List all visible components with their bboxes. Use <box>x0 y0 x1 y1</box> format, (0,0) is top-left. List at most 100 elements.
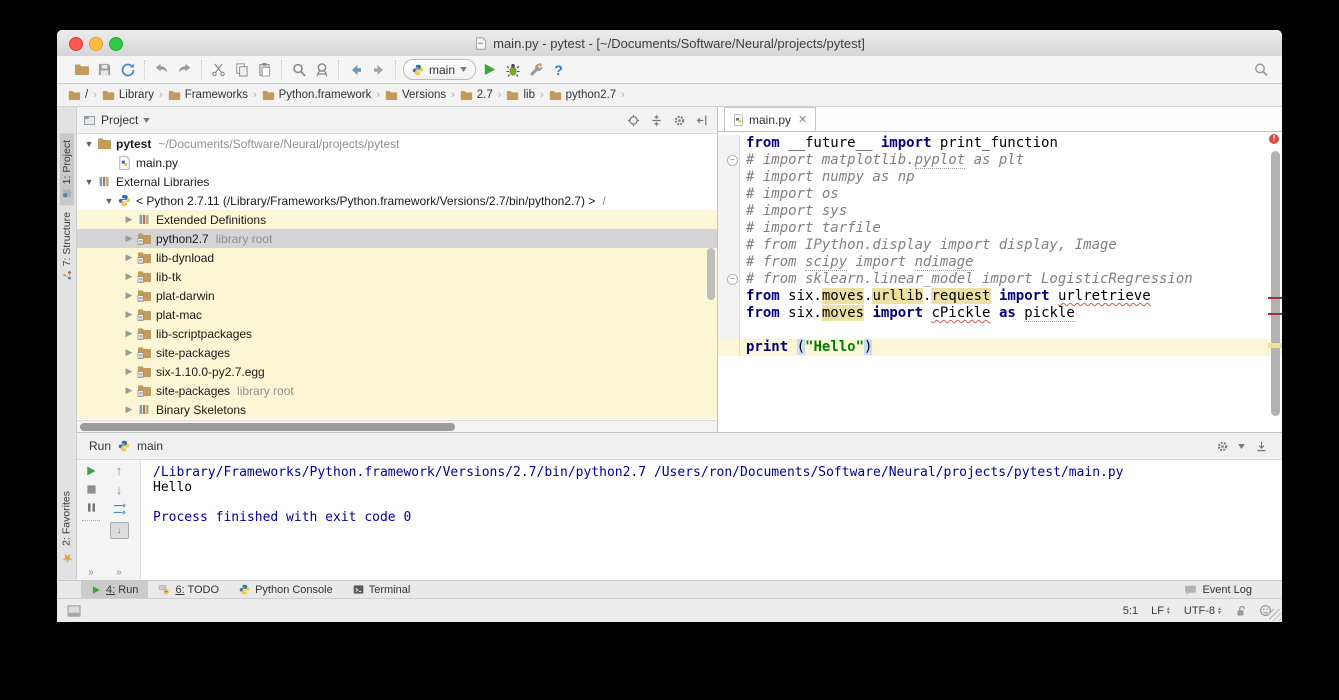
tool-button-project[interactable]: 1: Project <box>60 133 74 205</box>
project-vertical-scrollbar[interactable] <box>707 248 715 300</box>
minimize-window-button[interactable] <box>89 37 103 51</box>
code-line[interactable] <box>718 322 1282 339</box>
chevron-collapsed-icon[interactable]: ▶ <box>122 214 136 225</box>
paste-icon[interactable] <box>255 60 274 79</box>
tree-item-pytest-root[interactable]: ▼ pytest ~/Documents/Software/Neural/pro… <box>77 134 717 153</box>
code-line[interactable]: from six.moves import cPickle as pickle <box>718 305 1282 322</box>
close-tab-icon[interactable]: ✕ <box>798 113 807 126</box>
code-line[interactable]: # import numpy as np <box>718 169 1282 186</box>
more-actions-chevron[interactable]: » <box>88 567 94 578</box>
tree-item-six-egg[interactable]: ▶ six-1.10.0-py2.7.egg <box>77 362 717 381</box>
project-horizontal-scrollbar[interactable] <box>77 420 717 432</box>
copy-icon[interactable] <box>232 60 251 79</box>
breadcrumb-lib[interactable]: lib <box>503 88 538 102</box>
tool-button-todo[interactable]: 6: TODO <box>148 581 229 598</box>
zoom-window-button[interactable] <box>109 37 123 51</box>
chevron-expanded-icon[interactable]: ▼ <box>82 139 96 149</box>
down-stack-icon[interactable]: ↓ <box>116 484 123 496</box>
tool-button-run[interactable]: 4: Run <box>81 581 148 598</box>
event-log-button[interactable]: Event Log <box>1184 581 1282 598</box>
close-window-button[interactable] <box>69 37 83 51</box>
tree-item-main-py[interactable]: main.py <box>77 153 717 172</box>
line-separator-widget[interactable]: LF▲▼ <box>1151 605 1171 617</box>
error-stripe-mark[interactable] <box>1268 313 1282 315</box>
code-line[interactable]: from six.moves.urllib.request import url… <box>718 288 1282 305</box>
fold-marker-icon[interactable]: − <box>727 155 738 166</box>
undo-icon[interactable] <box>152 60 171 79</box>
open-folder-icon[interactable] <box>72 60 91 79</box>
save-all-icon[interactable] <box>95 60 114 79</box>
breadcrumb-library[interactable]: Library <box>99 88 157 102</box>
breadcrumb-python-framework[interactable]: Python.framework <box>259 88 375 102</box>
breadcrumb-versions[interactable]: Versions <box>382 88 449 102</box>
breadcrumb-root[interactable]: / <box>65 88 91 102</box>
code-line[interactable]: # import sys <box>718 203 1282 220</box>
caret-stripe-mark[interactable] <box>1268 343 1282 348</box>
tree-item-extended-definitions[interactable]: ▶ Extended Definitions <box>77 210 717 229</box>
tool-button-python-console[interactable]: Python Console <box>229 581 343 598</box>
encoding-widget[interactable]: UTF-8▲▼ <box>1184 605 1222 617</box>
chevron-expanded-icon[interactable]: ▼ <box>82 177 96 187</box>
debug-button[interactable] <box>503 60 522 79</box>
chevron-expanded-icon[interactable]: ▼ <box>102 196 116 206</box>
project-view-selector[interactable]: Project <box>101 113 138 127</box>
locate-file-icon[interactable] <box>624 111 642 129</box>
code-line[interactable]: −# import matplotlib.pyplot as plt <box>718 152 1282 169</box>
soft-wrap-icon[interactable] <box>112 503 126 515</box>
fold-marker-icon[interactable]: − <box>727 274 738 285</box>
run-console-output[interactable]: /Library/Frameworks/Python.framework/Ver… <box>141 460 1282 581</box>
tab-main-py[interactable]: main.py ✕ <box>724 107 816 131</box>
chevron-collapsed-icon[interactable]: ▶ <box>122 385 136 396</box>
code-line-caret[interactable]: print ("Hello") <box>718 339 1282 356</box>
chevron-collapsed-icon[interactable]: ▶ <box>122 328 136 339</box>
breadcrumb-2-7[interactable]: 2.7 <box>457 88 496 102</box>
panel-settings-gear-icon[interactable] <box>670 111 688 129</box>
code-line[interactable]: from __future__ import print_function <box>718 135 1282 152</box>
settings-wrench-icon[interactable] <box>526 60 545 79</box>
scroll-to-end-button[interactable]: ↓ <box>110 522 129 539</box>
code-line[interactable]: # import tarfile <box>718 220 1282 237</box>
find-icon[interactable] <box>289 60 308 79</box>
chevron-collapsed-icon[interactable]: ▶ <box>122 271 136 282</box>
chevron-collapsed-icon[interactable]: ▶ <box>122 290 136 301</box>
back-icon[interactable] <box>346 60 365 79</box>
rerun-button[interactable] <box>85 465 97 477</box>
breadcrumb-python2-7[interactable]: python2.7 <box>546 88 620 102</box>
tree-item-lib-scriptpackages[interactable]: ▶ lib-scriptpackages <box>77 324 717 343</box>
tool-button-terminal[interactable]: Terminal <box>343 581 421 598</box>
tree-item-plat-mac[interactable]: ▶ plat-mac <box>77 305 717 324</box>
tree-item-external-libraries[interactable]: ▼ External Libraries <box>77 172 717 191</box>
scrollbar-thumb[interactable] <box>1271 151 1280 416</box>
code-line[interactable]: # from scipy import ndimage <box>718 254 1282 271</box>
more-actions-chevron[interactable]: » <box>116 567 122 578</box>
run-settings-gear-icon[interactable] <box>1213 437 1231 455</box>
chevron-collapsed-icon[interactable]: ▶ <box>122 233 136 244</box>
collapse-all-icon[interactable] <box>647 111 665 129</box>
readonly-lock-icon[interactable] <box>1235 605 1246 617</box>
replace-icon[interactable] <box>312 60 331 79</box>
redo-icon[interactable] <box>175 60 194 79</box>
cut-icon[interactable] <box>209 60 228 79</box>
forward-icon[interactable] <box>369 60 388 79</box>
tree-item-python-interpreter[interactable]: ▼ < Python 2.7.11 (/Library/Frameworks/P… <box>77 191 717 210</box>
hide-run-panel-icon[interactable] <box>1252 437 1270 455</box>
synchronize-icon[interactable] <box>118 60 137 79</box>
tool-button-favorites[interactable]: ★ 2: Favorites <box>58 484 75 572</box>
tree-item-site-packages[interactable]: ▶ site-packages <box>77 343 717 362</box>
stop-button[interactable] <box>86 484 97 495</box>
tree-item-lib-dynload[interactable]: ▶ lib-dynload <box>77 248 717 267</box>
editor-scrollbar[interactable]: ! <box>1268 132 1282 430</box>
hide-panel-icon[interactable] <box>693 111 711 129</box>
chevron-collapsed-icon[interactable]: ▶ <box>122 347 136 358</box>
tree-item-plat-darwin[interactable]: ▶ plat-darwin <box>77 286 717 305</box>
toggle-toolwindows-icon[interactable] <box>67 605 81 617</box>
tree-item-lib-tk[interactable]: ▶ lib-tk <box>77 267 717 286</box>
chevron-collapsed-icon[interactable]: ▶ <box>122 309 136 320</box>
tree-item-binary-skeletons[interactable]: ▶ Binary Skeletons <box>77 400 717 419</box>
code-line[interactable]: # from IPython.display import display, I… <box>718 237 1282 254</box>
help-icon[interactable]: ? <box>549 60 568 79</box>
resize-grip[interactable] <box>1269 609 1281 621</box>
up-stack-icon[interactable]: ↑ <box>116 465 123 477</box>
error-stripe-mark[interactable] <box>1268 297 1282 299</box>
caret-position-widget[interactable]: 5:1 <box>1123 605 1138 617</box>
